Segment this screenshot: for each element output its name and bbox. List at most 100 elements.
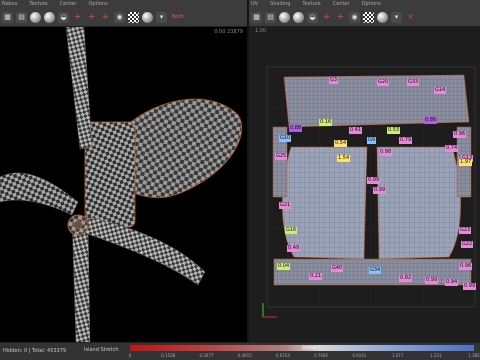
stretch-ticks: 0 0.1538 0.3077 0.4615 0.6154 0.7692 0.9231 1.0… (128, 353, 480, 359)
uv-coord-label: 1.00 (255, 28, 267, 34)
stretch-tick: 0.7692 (314, 353, 329, 358)
stretch-tick: 1.077 (391, 353, 404, 358)
viewport-3d-toolbar: Nakus Texture Center Options ▦ ▤ ◒ ✛ ✛ ✛… (0, 0, 247, 27)
menu-item-nakus[interactable]: Nakus (2, 1, 17, 8)
uv-stretch-label: G14 (434, 87, 447, 94)
uv-stretch-label: 0.99 (367, 177, 381, 184)
select-icon[interactable]: ▦ (2, 11, 13, 23)
blade-left (0, 172, 79, 216)
menu-item-shading[interactable]: Shading (270, 1, 290, 8)
uv-stretch-label: 0.94 (445, 279, 459, 286)
uv-stretch-label: G25 (275, 153, 288, 160)
uv-island-left (282, 146, 368, 260)
axis-z-icon[interactable]: ✛ (100, 11, 111, 23)
uv-close-icon[interactable]: ✕ (405, 11, 416, 23)
menu-item-options[interactable]: Options (362, 1, 381, 8)
uv-stretch-label: 0.54 (334, 140, 348, 147)
axes-label[interactable]: Both (172, 14, 184, 20)
uv-axis-v-icon[interactable]: ✛ (335, 11, 346, 23)
material-ball-icon[interactable] (44, 11, 55, 23)
stretch-tick: 0.3077 (199, 353, 214, 358)
menu-item-center[interactable]: Center (333, 1, 350, 8)
uv-stretch-label: 0.82 (399, 275, 413, 282)
blade-bottom (71, 216, 91, 343)
camera-icon[interactable]: ◉ (114, 11, 125, 23)
stretch-tick: 1.231 (430, 353, 442, 358)
menu-item-texture[interactable]: Texture (29, 1, 47, 8)
stretch-mode-select[interactable]: Island Stretch (84, 347, 119, 353)
uv-stretch-label: G16 (285, 227, 298, 234)
uv-stretch-label: G23 (459, 227, 472, 234)
stretch-tick: 1.385 (468, 353, 480, 358)
uv-editor-viewport[interactable]: 1.00 G3 G20 G33 G14 0.88 0.86 0.16 G10 0… (249, 27, 480, 343)
stretch-color-ramp: Stretch (130, 345, 474, 351)
uv-select-icon[interactable]: ▦ (251, 11, 262, 23)
uv-dropdown-icon[interactable]: ▾ (391, 11, 402, 23)
uv-island-right (376, 146, 461, 260)
uv-stretch-label: 0.99 (463, 283, 477, 290)
uv-stretch-label: G34 (369, 267, 382, 274)
uv-stretch-label: G21 (279, 202, 292, 209)
uv-stretch-label: 1.97 (459, 159, 473, 166)
axis-x-icon[interactable]: ✛ (72, 11, 83, 23)
menu-item-center[interactable]: Center (60, 1, 77, 8)
uv-editor-toolbar: UV Shading Texture Center Options ▦ ▤ ◒ … (249, 0, 480, 27)
stretch-tick: 0 (128, 353, 132, 358)
uv-stretch-label: 0.21 (309, 273, 323, 280)
uv-stretch-label: 0.96 (453, 131, 467, 138)
viewport-3d-menu: Nakus Texture Center Options (2, 1, 245, 8)
engine-block (84, 121, 136, 228)
uv-stretch-label: G22 (461, 241, 474, 248)
uv-material-ball-icon[interactable] (293, 11, 304, 23)
uv-axis-u-icon[interactable]: ✛ (321, 11, 332, 23)
uv-stretch-label: 0.49 (287, 245, 301, 252)
menu-item-texture[interactable]: Texture (302, 1, 320, 8)
uv-stretch-label: 0.53 (387, 127, 401, 134)
uv-stretch-label: 0.16 (319, 119, 333, 126)
uv-editor-menu: UV Shading Texture Center Options (251, 1, 478, 8)
light-ball-icon[interactable] (142, 11, 153, 23)
shading-ball-icon[interactable] (30, 11, 41, 23)
uv-stretch-label: 0.04 (277, 263, 291, 270)
uv-stretch-label: G9 (367, 137, 377, 144)
uv-grid-icon[interactable]: ▤ (265, 11, 276, 23)
uv-shading-ball-icon[interactable] (279, 11, 290, 23)
viewport-3d-info: 0.00 23879 (214, 29, 243, 35)
checker-icon[interactable] (128, 11, 139, 23)
axis-y-icon[interactable]: ✛ (86, 11, 97, 23)
uv-stretch-label: 0.96 (459, 263, 473, 270)
uv-checker-icon[interactable] (363, 11, 374, 23)
uv-light-ball-icon[interactable] (377, 11, 388, 23)
stretch-title: Stretch (302, 345, 317, 350)
blade-top (65, 27, 93, 150)
uv-stretch-label: 0.88 (289, 125, 303, 132)
uv-layout (262, 66, 476, 318)
uv-wire-icon[interactable]: ◒ (307, 11, 318, 23)
uv-stretch-label: 0.98 (379, 149, 393, 156)
uv-stretch-label: 0.41 (349, 127, 363, 134)
uv-camera-icon[interactable]: ◉ (349, 11, 360, 23)
viewport-3d[interactable]: 0.00 23879 (0, 27, 247, 343)
uv-stretch-label: 0.74 (445, 145, 459, 152)
uv-stretch-label: 0.79 (399, 137, 413, 144)
uv-stretch-label: 0.86 (424, 117, 438, 124)
stretch-tick: 0.4615 (237, 353, 252, 358)
blade-right (84, 216, 206, 286)
stretch-tick: 0.9231 (352, 353, 367, 358)
dropdown-icon[interactable]: ▾ (156, 11, 167, 23)
propeller-model (0, 27, 243, 343)
wire-icon[interactable]: ◒ (58, 11, 69, 23)
uv-stretch-label: 1.54 (337, 155, 351, 162)
menu-item-uv[interactable]: UV (251, 1, 258, 8)
uv-stretch-label: G10 (279, 135, 292, 142)
uv-stretch-label: G3 (329, 77, 339, 84)
uv-stretch-label: 0.99 (425, 277, 439, 284)
grid-icon[interactable]: ▤ (16, 11, 27, 23)
stretch-tick: 0.6154 (275, 353, 290, 358)
uv-stretch-label: G40 (331, 265, 344, 272)
uv-stretch-label: G20 (377, 79, 390, 86)
status-text: Hidden: 0 | Total: 453379 (3, 348, 67, 354)
status-bar: Hidden: 0 | Total: 453379 Island Stretch… (0, 342, 480, 360)
menu-item-options[interactable]: Options (88, 1, 107, 8)
uv-stretch-label: G33 (407, 79, 420, 86)
